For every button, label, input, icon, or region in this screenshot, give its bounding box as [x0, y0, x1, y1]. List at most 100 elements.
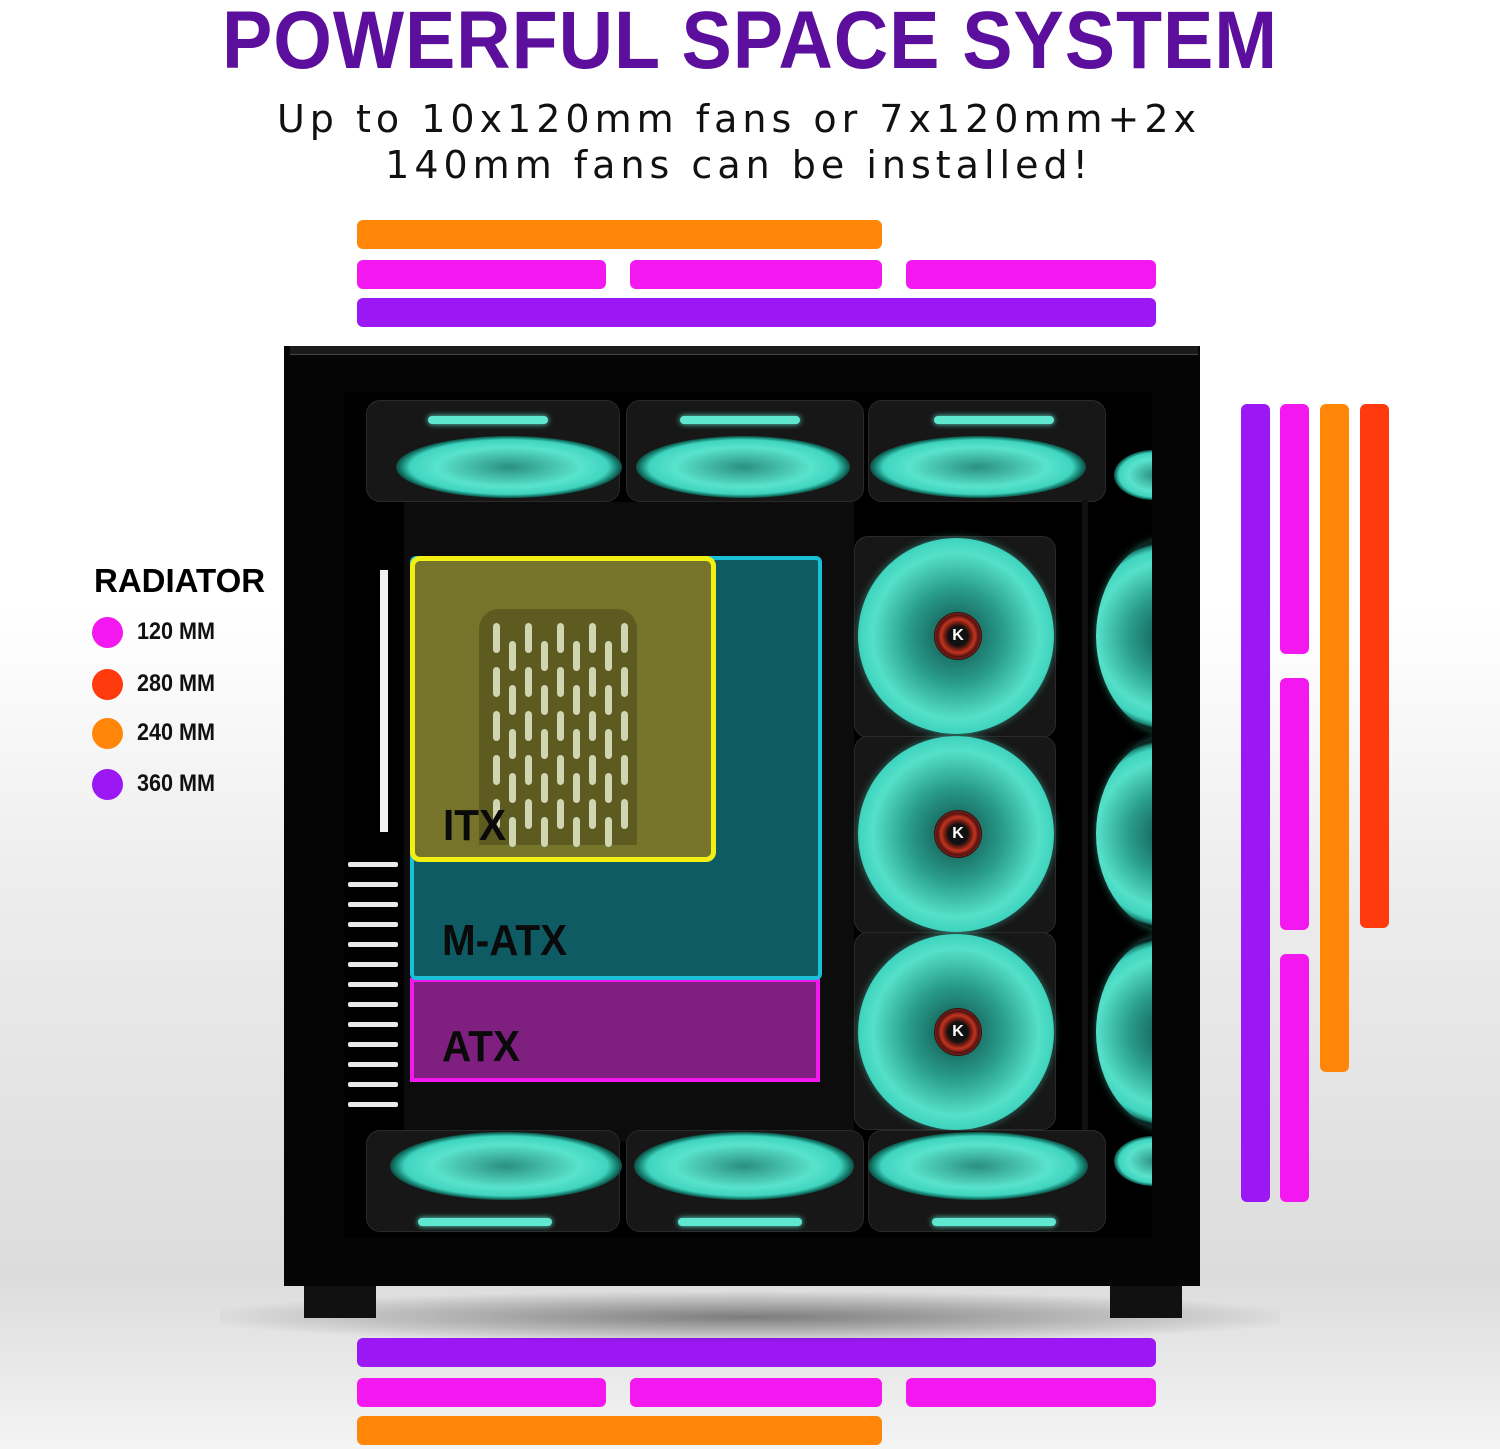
itx-vent-slot	[493, 711, 500, 741]
itx-vent-slot	[621, 623, 628, 653]
rear-divider	[1082, 500, 1088, 1130]
legend-label: 120 MM	[137, 618, 216, 645]
itx-vent-slot	[557, 667, 564, 697]
side-bar-120mm-1	[1280, 404, 1309, 654]
top-fan-glow	[934, 416, 1054, 424]
vent-slot	[348, 1042, 398, 1047]
bottom-bar-120mm-3	[906, 1378, 1156, 1407]
top-fan-3	[870, 436, 1086, 498]
vent-slot	[348, 902, 398, 907]
case-foot-right	[1110, 1284, 1182, 1318]
itx-vent-slot	[557, 755, 564, 785]
vent-slot	[348, 1062, 398, 1067]
itx-vent-slot	[525, 623, 532, 653]
side-bar-120mm-2	[1280, 678, 1309, 930]
legend-dot-280mm	[92, 668, 123, 700]
legend-dot-360mm	[92, 768, 123, 800]
top-fan-4-partial	[1114, 450, 1152, 500]
cable-slot	[380, 570, 388, 832]
bottom-bar-240mm	[357, 1416, 882, 1445]
itx-vent-slot	[589, 711, 596, 741]
itx-vent-slot	[573, 773, 580, 803]
vent-slot	[348, 1022, 398, 1027]
itx-vent-slot	[493, 623, 500, 653]
fan-hub: K	[934, 612, 982, 660]
legend-item-120mm: 120 MM	[92, 616, 224, 648]
top-fan-glow	[428, 416, 548, 424]
page-title: POWERFUL SPACE SYSTEM	[221, 0, 1279, 86]
itx-vent-slot	[541, 729, 548, 759]
vent-slot	[348, 922, 398, 927]
vent-slot	[348, 882, 398, 887]
vent-slot	[348, 982, 398, 987]
fan-logo: K	[952, 825, 964, 842]
side-bar-240mm	[1320, 404, 1349, 1072]
itx-vent-slot	[525, 667, 532, 697]
legend-label: 240 MM	[137, 719, 216, 746]
fan-hub: K	[934, 1008, 982, 1056]
atx-label: ATX	[442, 1022, 520, 1071]
itx-zone: ITX	[410, 556, 716, 862]
vent-slot	[348, 1002, 398, 1007]
itx-vent-slot	[509, 773, 516, 803]
fan-hub: K	[934, 810, 982, 858]
itx-vent-slot	[541, 817, 548, 847]
case-glass-window: ATX M-ATX ITX K K K	[344, 392, 1152, 1238]
itx-vent-slot	[509, 685, 516, 715]
top-bar-360mm	[357, 298, 1156, 327]
side-bar-120mm-3	[1280, 954, 1309, 1202]
rear-fan-partial-2	[1096, 736, 1152, 932]
itx-vent-slot	[573, 641, 580, 671]
vent-slot	[348, 1102, 398, 1107]
case-top-panel	[290, 346, 1198, 355]
itx-label: ITX	[443, 801, 506, 850]
bottom-fan-glow	[418, 1218, 552, 1226]
top-bar-120mm-3	[906, 260, 1156, 289]
legend-item-240mm: 240 MM	[92, 717, 224, 749]
subtitle-line-1: Up to 10x120mm fans or 7x120mm+2x	[276, 97, 1202, 141]
itx-vent-slot	[605, 773, 612, 803]
itx-vent-slot	[573, 817, 580, 847]
subtitle-line-2: 140mm fans can be installed!	[385, 143, 1093, 187]
itx-vent-slot	[621, 799, 628, 829]
itx-vent-slot	[573, 729, 580, 759]
rear-fan-partial-3	[1096, 934, 1152, 1130]
itx-vent-slot	[525, 711, 532, 741]
vent-slot	[348, 1082, 398, 1087]
bottom-fan-glow	[678, 1218, 802, 1226]
bottom-fan-1	[390, 1132, 622, 1200]
top-fan-glow	[680, 416, 800, 424]
itx-vent-slot	[621, 667, 628, 697]
fan-logo: K	[952, 1023, 964, 1040]
itx-vent-slot	[605, 641, 612, 671]
bottom-fan-4-partial	[1114, 1136, 1152, 1186]
itx-vent-slot	[621, 755, 628, 785]
side-bar-280mm	[1360, 404, 1389, 928]
legend-item-280mm: 280 MM	[92, 668, 224, 700]
legend-item-360mm: 360 MM	[92, 768, 224, 800]
top-bar-120mm-2	[630, 260, 882, 289]
itx-vent-slot	[509, 817, 516, 847]
vent-slot	[348, 942, 398, 947]
itx-vent-slot	[589, 623, 596, 653]
legend-title: RADIATOR	[94, 562, 266, 599]
bottom-bar-360mm	[357, 1338, 1156, 1367]
itx-vent-slot	[621, 711, 628, 741]
top-bar-120mm-1	[357, 260, 606, 289]
itx-vent-slot	[589, 799, 596, 829]
bottom-fan-glow	[932, 1218, 1056, 1226]
legend-label: 360 MM	[137, 770, 216, 797]
legend-dot-120mm	[92, 616, 123, 648]
bottom-bar-120mm-2	[630, 1378, 882, 1407]
itx-vent-slot	[605, 817, 612, 847]
matx-label: M-ATX	[442, 916, 568, 965]
itx-vent-slot	[525, 799, 532, 829]
itx-vent-slot	[589, 667, 596, 697]
itx-vent-slot	[557, 711, 564, 741]
atx-zone: ATX	[410, 978, 820, 1082]
itx-vent-slot	[541, 641, 548, 671]
bottom-fan-3	[868, 1132, 1088, 1200]
itx-vent-slot	[541, 773, 548, 803]
vent-slot	[348, 962, 398, 967]
bottom-fan-2	[634, 1132, 854, 1200]
